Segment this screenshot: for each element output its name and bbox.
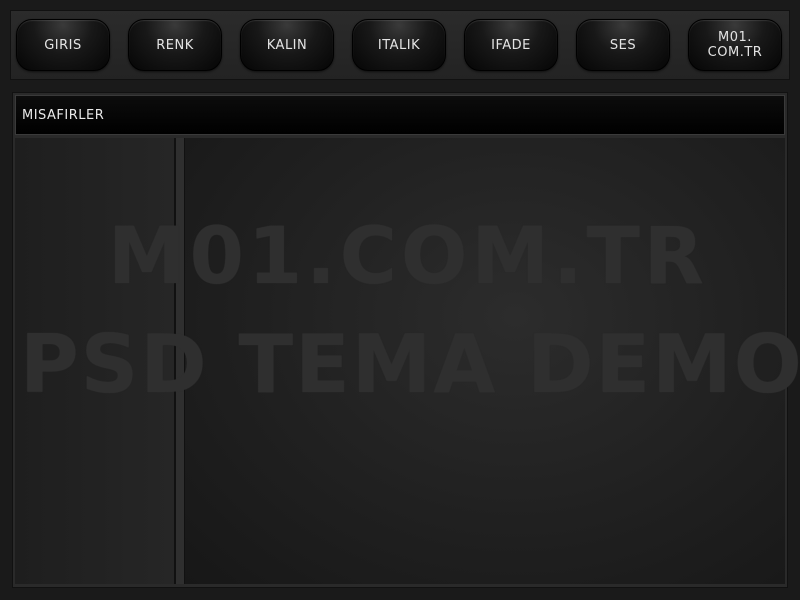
guests-header: MISAFIRLER [15,95,785,135]
app-frame: GIRIS RENK KALIN ITALIK IFADE SES M01. C… [0,0,800,600]
toolbar: GIRIS RENK KALIN ITALIK IFADE SES M01. C… [10,10,790,80]
chat-area[interactable] [185,138,785,584]
guests-title: MISAFIRLER [22,107,105,123]
renk-button[interactable]: RENK [128,19,222,71]
site-link-button[interactable]: M01. COM.TR [688,19,782,71]
ses-button[interactable]: SES [576,19,670,71]
guest-list[interactable] [15,138,175,584]
giris-button[interactable]: GIRIS [16,19,110,71]
ifade-button[interactable]: IFADE [464,19,558,71]
italik-button[interactable]: ITALIK [352,19,446,71]
kalin-button[interactable]: KALIN [240,19,334,71]
main-panel: MISAFIRLER [12,92,788,588]
panel-divider[interactable] [175,138,185,584]
